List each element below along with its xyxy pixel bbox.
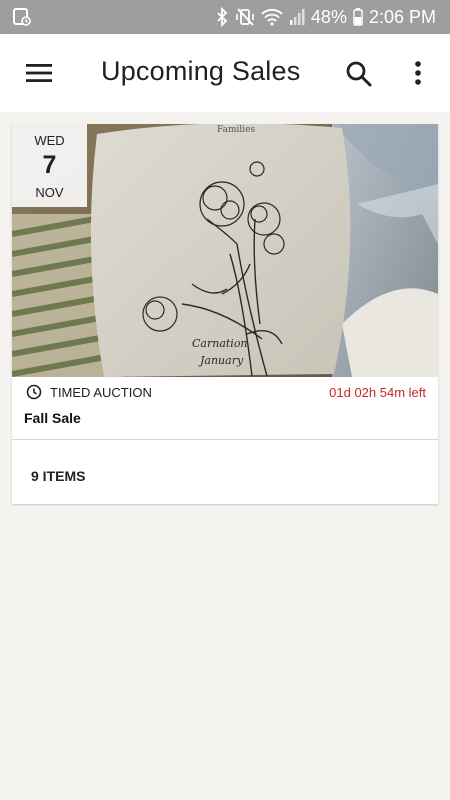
clock-icon (26, 384, 42, 400)
menu-icon (26, 64, 52, 82)
page-title: Upcoming Sales (101, 56, 301, 86)
sale-type-label: TIMED AUCTION (50, 385, 152, 400)
svg-text:January: January (198, 354, 244, 367)
sale-type-row: TIMED AUCTION 01d 02h 54m left (12, 377, 438, 405)
sale-image[interactable]: Carnation January Families WED 7 NOV (12, 124, 438, 377)
status-bar: 48% 2:06 PM (0, 0, 450, 34)
svg-text:Carnation: Carnation (192, 337, 248, 350)
sale-day-of-week: WED (34, 133, 65, 148)
items-count-link[interactable]: 9 ITEMS (31, 468, 85, 484)
signal-icon (289, 7, 305, 27)
sale-name: Fall Sale (24, 410, 81, 426)
sale-card[interactable]: Carnation January Families WED 7 NOV TIM… (12, 124, 438, 504)
search-icon (346, 61, 372, 87)
time-left-label: 01d 02h 54m left (329, 385, 426, 400)
screenshot-notification-icon (12, 7, 32, 27)
card-divider (12, 439, 438, 440)
app-bar: Upcoming Sales (0, 34, 450, 112)
wifi-icon (261, 7, 283, 27)
search-button[interactable] (345, 60, 373, 88)
svg-text:Families: Families (217, 125, 255, 135)
status-icons: 48% 2:06 PM (215, 0, 436, 34)
more-options-button[interactable] (410, 59, 426, 89)
battery-icon (353, 7, 363, 27)
sale-month: NOV (35, 185, 64, 200)
sale-day: 7 (42, 151, 57, 179)
bluetooth-icon (215, 7, 229, 27)
clock-time: 2:06 PM (368, 6, 436, 27)
sale-date-badge: WED 7 NOV (12, 124, 87, 207)
vibrate-mute-icon (235, 7, 255, 27)
battery-percent: 48% (310, 6, 347, 27)
more-vert-icon (415, 61, 421, 85)
menu-button[interactable] (24, 61, 54, 85)
